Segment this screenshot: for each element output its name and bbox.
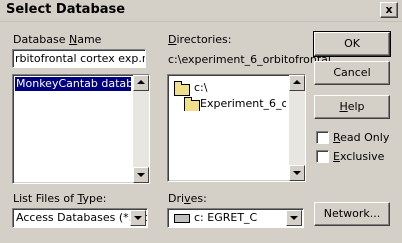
current-directory-path: c:\experiment_6_orbitofrontal: [168, 53, 331, 66]
chevron-down-icon: [137, 173, 145, 177]
chevron-down-icon: [290, 216, 298, 220]
folder-open-icon: [174, 81, 190, 96]
scroll-down-button[interactable]: [289, 165, 305, 181]
scroll-up-button[interactable]: [289, 75, 305, 91]
exclusive-label: Exclusive: [333, 150, 385, 163]
directory-item-experiment[interactable]: Experiment_6_orbito: [182, 97, 286, 111]
chevron-up-icon: [137, 80, 145, 84]
chevron-down-icon: [134, 216, 142, 220]
file-list-scrollbar[interactable]: [133, 75, 149, 183]
network-button[interactable]: Network...: [314, 202, 390, 226]
file-type-dropdown-button[interactable]: [130, 210, 146, 226]
directory-item-root[interactable]: c:\: [172, 81, 282, 96]
close-button[interactable]: x: [380, 2, 398, 18]
drives-dropdown-button[interactable]: [286, 210, 302, 226]
read-only-check[interactable]: [316, 131, 329, 144]
window-title: Select Database: [6, 2, 126, 17]
drives-select[interactable]: c: EGRET_C: [167, 208, 304, 228]
list-item[interactable]: MonkeyCantab databas: [15, 77, 131, 91]
exclusive-check[interactable]: [316, 150, 329, 163]
close-icon: x: [385, 3, 393, 16]
directories-label: Directories:: [168, 33, 232, 46]
file-type-label: List Files of Type:: [13, 192, 107, 205]
scroll-up-button[interactable]: [133, 75, 149, 91]
drive-icon: [174, 214, 190, 223]
drives-label: Drives:: [168, 192, 207, 205]
help-button[interactable]: Help: [314, 95, 390, 119]
directory-scrollbar[interactable]: [289, 75, 305, 181]
database-name-label: Database Name: [13, 33, 102, 46]
file-type-select[interactable]: Access Databases (*.mc: [12, 208, 148, 228]
directory-tree[interactable]: c:\ Experiment_6_orbito: [167, 74, 306, 182]
folder-open-icon: [184, 97, 200, 111]
chevron-down-icon: [293, 171, 301, 175]
title-bar: Select Database x: [0, 0, 402, 22]
scroll-down-button[interactable]: [133, 167, 149, 183]
database-name-input[interactable]: rbitofrontal cortex exp.mdb: [12, 49, 146, 68]
chevron-up-icon: [293, 80, 301, 84]
read-only-label: Read Only: [333, 131, 390, 144]
database-file-list[interactable]: MonkeyCantab databas: [12, 74, 150, 184]
ok-button[interactable]: OK: [313, 31, 391, 57]
cancel-button[interactable]: Cancel: [314, 61, 390, 85]
